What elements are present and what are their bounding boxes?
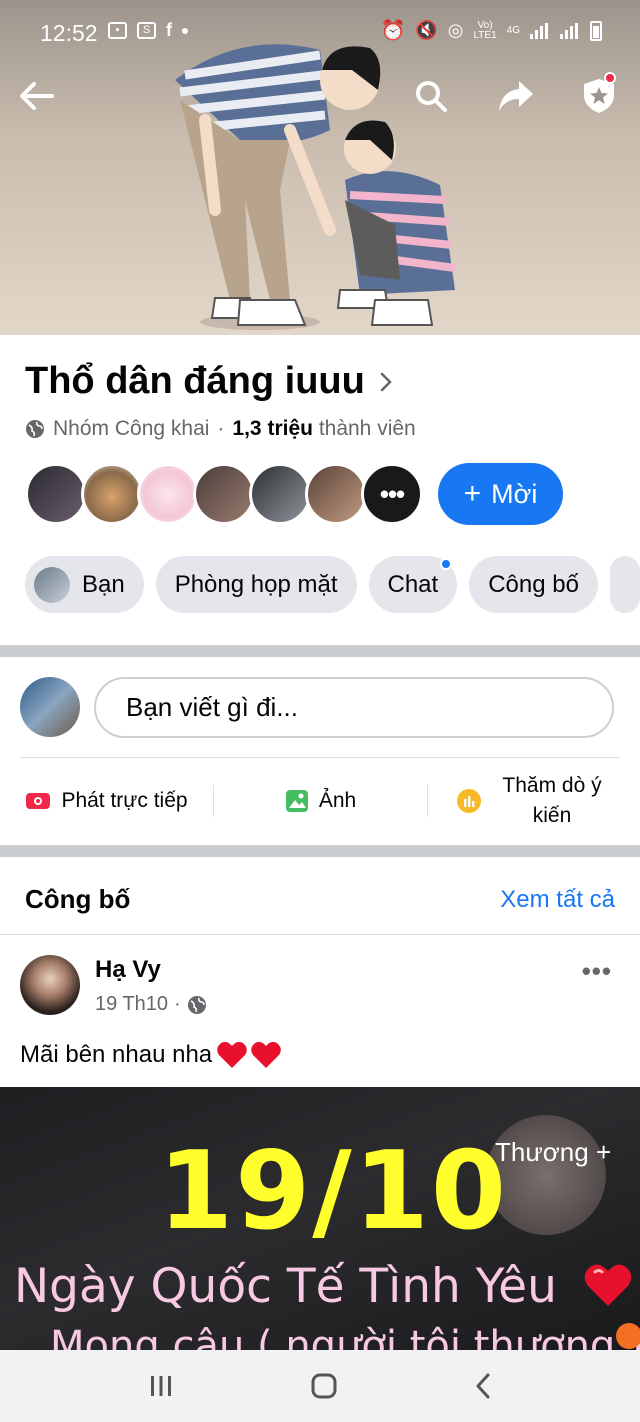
poll-icon bbox=[457, 789, 481, 813]
arrow-left-icon bbox=[20, 82, 54, 110]
photo-icon bbox=[285, 790, 308, 812]
post-image[interactable]: Thương + 19/10 Ngày Quốc Tế Tình Yêu Mon… bbox=[0, 1087, 640, 1350]
alarm-icon: ⏰ bbox=[380, 20, 406, 42]
avatar[interactable] bbox=[20, 677, 80, 737]
signal-2-icon bbox=[560, 22, 580, 39]
status-bar: 12:52 ▪ S f ⏰ 🔇 ◎ Vo) LTE1 4G bbox=[0, 0, 640, 64]
gallery-icon: ▪ bbox=[108, 22, 127, 39]
image-caption-line-1: Ngày Quốc Tế Tình Yêu bbox=[14, 1259, 557, 1314]
status-notification-icons: ▪ S f bbox=[108, 20, 188, 41]
more-notifications-icon bbox=[182, 27, 188, 34]
live-video-icon bbox=[26, 793, 51, 809]
group-name[interactable]: Thổ dân đáng iuuu bbox=[25, 360, 393, 403]
more-members-label: ••• bbox=[379, 478, 405, 509]
member-count: 1,3 triệu bbox=[232, 417, 313, 440]
system-nav-bar bbox=[0, 1350, 640, 1422]
image-date-text: 19/10 bbox=[158, 1129, 509, 1254]
recent-apps-icon[interactable] bbox=[148, 1374, 174, 1398]
group-tabs: Bạn Phòng họp mặt Chat Công bố bbox=[25, 556, 640, 613]
tab-label: Bạn bbox=[82, 570, 125, 598]
post-author[interactable]: Hạ Vy bbox=[95, 956, 161, 984]
post-composer-input[interactable]: Bạn viết gì đi... bbox=[94, 677, 614, 738]
image-caption-line-2: Mong cậu ( người tôi thương ) bbox=[50, 1323, 640, 1350]
mute-icon: 🔇 bbox=[415, 20, 438, 40]
avatar bbox=[34, 566, 70, 603]
lte-label: LTE1 bbox=[473, 29, 497, 41]
battery-icon bbox=[590, 20, 602, 41]
more-members-button[interactable]: ••• bbox=[361, 463, 423, 525]
member-avatars[interactable]: ••• bbox=[25, 463, 423, 525]
section-divider bbox=[0, 845, 640, 857]
globe-icon bbox=[187, 995, 206, 1014]
section-divider bbox=[0, 645, 640, 657]
photo-button[interactable]: Ảnh bbox=[214, 770, 427, 832]
avatar[interactable] bbox=[193, 463, 255, 525]
tab-label: Công bố bbox=[488, 570, 579, 598]
badge-text: Thương + bbox=[495, 1137, 612, 1167]
heart-icon bbox=[584, 1264, 632, 1306]
avatar[interactable] bbox=[25, 463, 87, 525]
invite-label: Mời bbox=[491, 478, 538, 509]
announcements-title: Công bố bbox=[25, 884, 131, 914]
post-time[interactable]: 19 Th10 bbox=[95, 993, 168, 1016]
plus-icon: + bbox=[463, 477, 482, 510]
search-button[interactable] bbox=[410, 75, 452, 117]
post-text-content: Mãi bên nhau nha bbox=[20, 1041, 213, 1068]
post-meta: 19 Th10 · bbox=[95, 993, 207, 1016]
group-meta: Nhóm Công khai · 1,3 triệu thành viên bbox=[25, 417, 416, 441]
unread-dot bbox=[440, 558, 453, 570]
tab-you[interactable]: Bạn bbox=[25, 556, 144, 613]
back-nav-icon[interactable] bbox=[474, 1373, 492, 1399]
status-time: 12:52 bbox=[40, 20, 98, 46]
admin-tools-button[interactable] bbox=[578, 72, 620, 117]
globe-icon bbox=[26, 420, 44, 438]
signal-1-icon bbox=[530, 22, 550, 39]
photo-label: Ảnh bbox=[318, 789, 357, 812]
post-text: Mãi bên nhau nha bbox=[20, 1040, 282, 1070]
divider bbox=[0, 934, 640, 935]
back-button[interactable] bbox=[16, 75, 58, 117]
avatar[interactable] bbox=[249, 463, 311, 525]
live-label: Phát trực tiếp bbox=[61, 789, 188, 812]
meta-separator: · bbox=[217, 417, 225, 440]
avatar[interactable] bbox=[137, 463, 199, 525]
tab-chat[interactable]: Chat bbox=[368, 556, 458, 613]
meta-separator: · bbox=[174, 993, 181, 1015]
chevron-right-icon bbox=[380, 372, 392, 391]
heart-emoji-icon bbox=[217, 1041, 281, 1068]
samsung-icon: S bbox=[137, 22, 156, 39]
tab-label: Phòng họp mặt bbox=[174, 570, 338, 598]
volte-indicator: Vo) LTE1 bbox=[473, 20, 497, 41]
avatar[interactable] bbox=[81, 463, 143, 525]
tab-rooms[interactable]: Phòng họp mặt bbox=[155, 556, 357, 613]
status-system-icons: ⏰ 🔇 ◎ Vo) LTE1 4G bbox=[380, 18, 602, 43]
sticker-icon bbox=[616, 1323, 640, 1349]
tab-announcements[interactable]: Công bố bbox=[469, 556, 598, 613]
post-options-button[interactable]: ••• bbox=[582, 956, 612, 987]
see-all-link[interactable]: Xem tất cả bbox=[500, 886, 615, 914]
search-icon bbox=[416, 81, 447, 112]
share-icon bbox=[499, 81, 533, 111]
member-label: thành viên bbox=[318, 417, 416, 440]
tab-more[interactable] bbox=[609, 556, 640, 613]
avatar[interactable] bbox=[305, 463, 367, 525]
group-privacy: Nhóm Công khai bbox=[53, 417, 210, 440]
divider bbox=[20, 757, 620, 758]
invite-button[interactable]: + Mời bbox=[438, 463, 563, 525]
composer-placeholder: Bạn viết gì đi... bbox=[126, 692, 298, 722]
hotspot-icon: ◎ bbox=[447, 20, 464, 40]
group-cover-image[interactable]: 12:52 ▪ S f ⏰ 🔇 ◎ Vo) LTE1 4G bbox=[0, 0, 640, 335]
network-type: 4G bbox=[506, 24, 520, 36]
poll-label: Thăm dò ý kiến bbox=[502, 774, 602, 827]
live-video-button[interactable]: Phát trực tiếp bbox=[0, 770, 213, 832]
group-name-text: Thổ dân đáng iuuu bbox=[25, 360, 365, 402]
composer-actions: Phát trực tiếp Ảnh Thăm dò ý kiến bbox=[0, 770, 640, 832]
home-icon[interactable] bbox=[310, 1372, 338, 1400]
notification-dot bbox=[604, 72, 616, 84]
share-button[interactable] bbox=[495, 75, 537, 117]
avatar[interactable] bbox=[20, 955, 80, 1015]
tab-label: Chat bbox=[387, 570, 439, 598]
poll-button[interactable]: Thăm dò ý kiến bbox=[428, 770, 640, 832]
facebook-icon: f bbox=[166, 20, 172, 40]
